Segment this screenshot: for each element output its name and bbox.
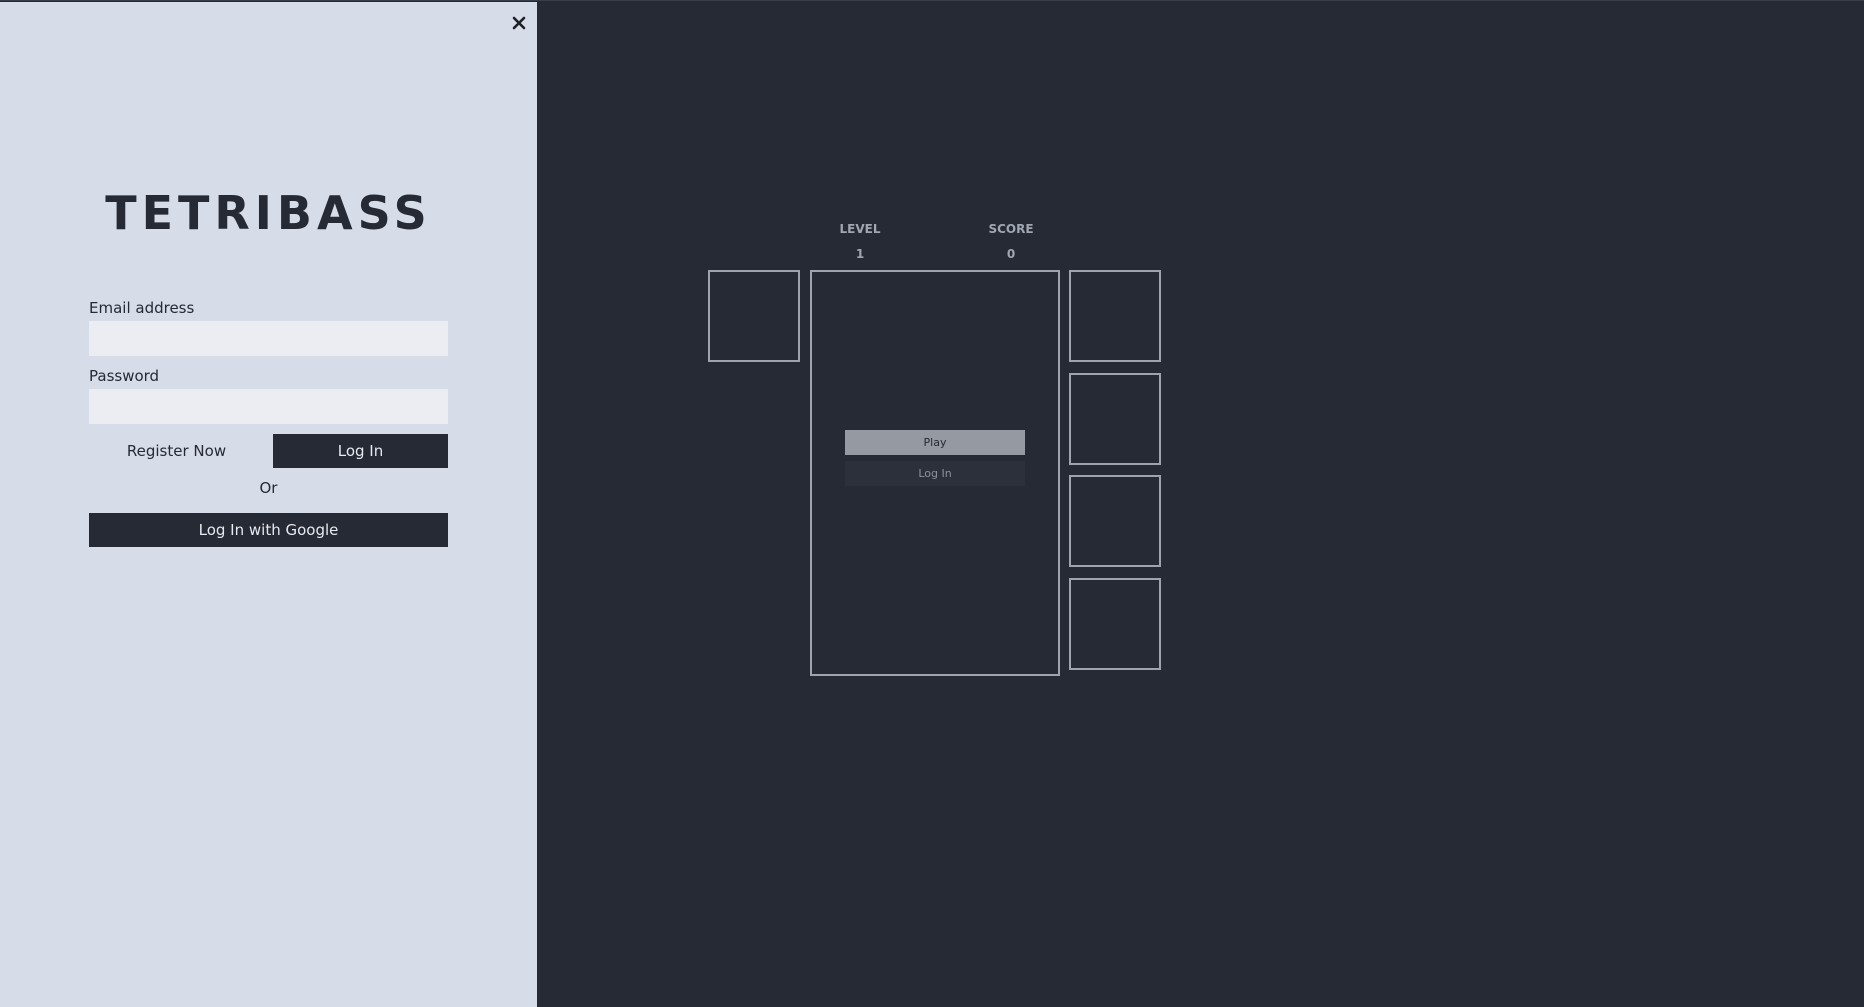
register-now-link[interactable]: Register Now (89, 442, 264, 460)
hold-piece-box (708, 270, 800, 362)
board-login-button[interactable]: Log In (845, 461, 1025, 486)
password-label: Password (89, 367, 160, 385)
email-label: Email address (89, 299, 195, 317)
score-label: SCORE (988, 222, 1034, 236)
level-label: LEVEL (839, 222, 881, 236)
email-field[interactable] (89, 321, 448, 356)
next-piece-box (1069, 475, 1161, 567)
password-field[interactable] (89, 389, 448, 424)
brand-title: TETRIBASS (105, 186, 432, 240)
or-separator: Or (259, 479, 278, 497)
login-button[interactable]: Log In (273, 434, 448, 468)
level-value: 1 (855, 247, 865, 261)
login-form: Email address Password Register Now Log … (89, 298, 448, 547)
login-panel: TETRIBASS Email address Password Registe… (0, 2, 537, 1007)
next-piece-box (1069, 373, 1161, 465)
app-root: TETRIBASS Email address Password Registe… (0, 0, 1864, 1007)
score-value: 0 (1006, 247, 1016, 261)
close-icon[interactable] (507, 11, 531, 35)
auth-actions: Register Now Log In (89, 434, 448, 468)
next-piece-box (1069, 578, 1161, 670)
google-login-button[interactable]: Log In with Google (89, 513, 448, 547)
play-button[interactable]: Play (845, 430, 1025, 455)
next-piece-box (1069, 270, 1161, 362)
